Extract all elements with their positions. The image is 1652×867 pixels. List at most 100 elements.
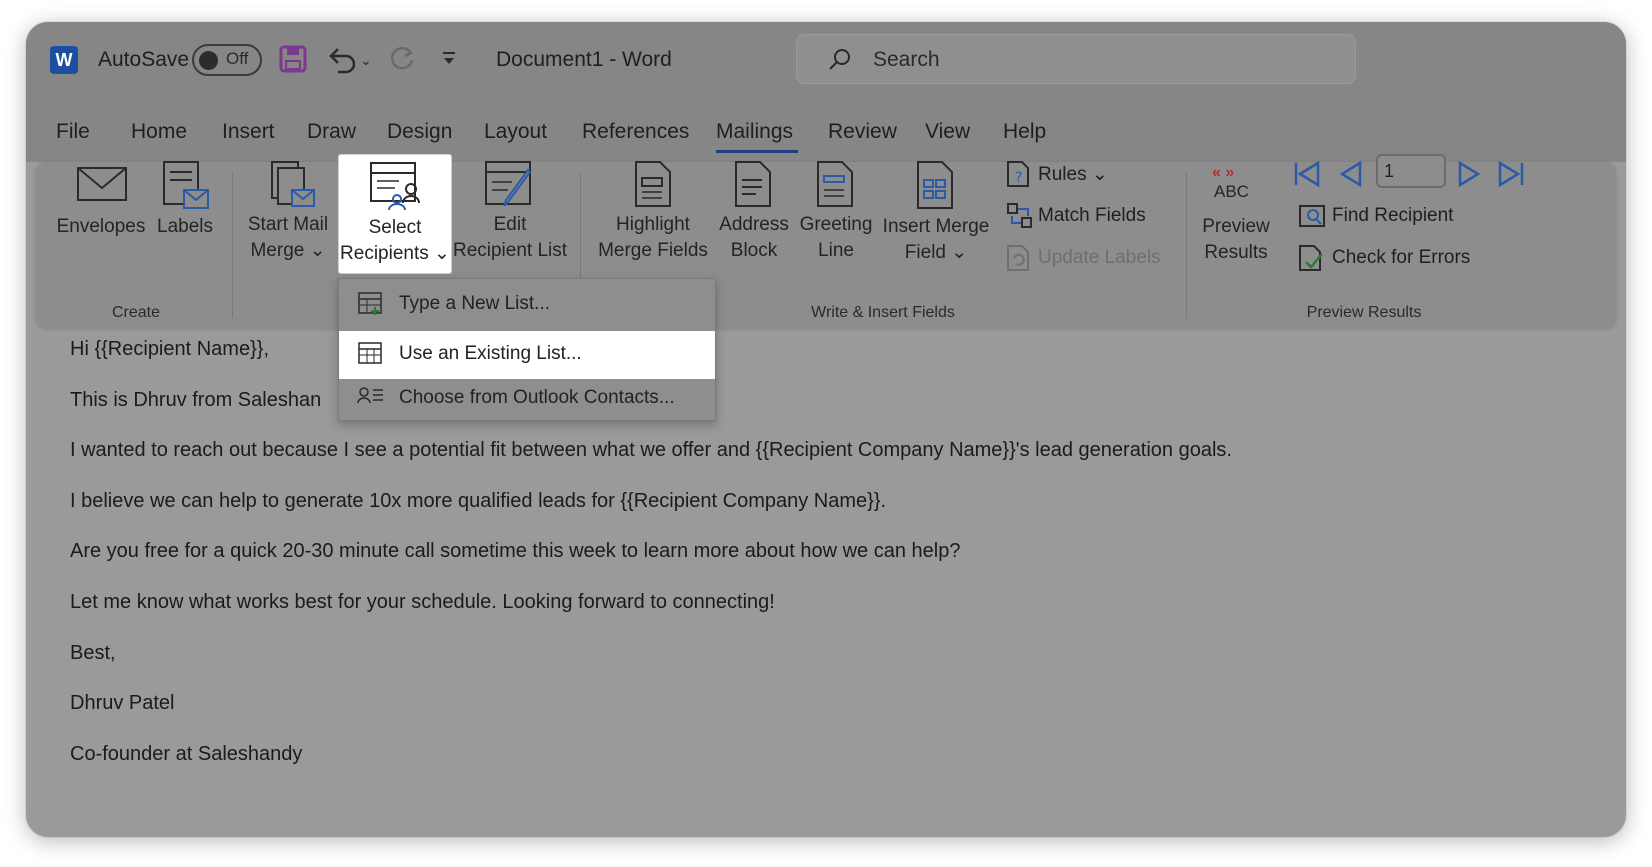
preview-abc-text: ABC <box>1214 182 1249 201</box>
highlight-merge-fields-line2: Merge Fields <box>598 240 708 261</box>
toggle-knob <box>199 51 218 70</box>
labels-icon <box>160 160 212 217</box>
menu-item-choose-outlook-contacts[interactable]: Choose from Outlook Contacts... <box>339 375 715 423</box>
document-line: This is Dhruv from Saleshan <box>70 389 322 411</box>
edit-recipient-list-button[interactable]: Edit Recipient List <box>452 158 568 288</box>
menu-item-use-existing-list[interactable]: Use an Existing List... <box>339 331 715 379</box>
envelope-icon <box>76 164 128 209</box>
document-line: Co-founder at Saleshandy <box>70 743 303 765</box>
check-for-errors-icon <box>1298 244 1326 277</box>
document-line: Let me know what works best for your sch… <box>70 591 775 613</box>
envelopes-button[interactable]: Envelopes <box>56 164 146 264</box>
select-recipients-line1: Select <box>368 217 422 238</box>
greeting-line-icon <box>816 160 856 215</box>
tab-home[interactable]: Home <box>131 120 187 144</box>
svg-text:?: ? <box>1015 170 1022 186</box>
tab-file[interactable]: File <box>56 120 90 144</box>
insert-merge-field-line1: Insert Merge <box>882 216 990 237</box>
tab-references[interactable]: References <box>582 120 689 144</box>
insert-merge-field-button[interactable]: Insert Merge Field ⌄ <box>878 158 994 288</box>
word-logo-icon: W <box>50 46 78 74</box>
update-labels-label: Update Labels <box>1038 247 1161 268</box>
tab-help[interactable]: Help <box>1003 120 1046 144</box>
search-placeholder: Search <box>873 48 940 71</box>
start-mail-merge-button[interactable]: Start Mail Merge ⌄ <box>240 158 336 288</box>
insert-merge-field-icon <box>916 160 956 217</box>
document-line: I wanted to reach out because I see a po… <box>70 439 1232 461</box>
labels-label: Labels <box>157 216 213 237</box>
autosave-state: Off <box>226 49 249 68</box>
tab-draw[interactable]: Draw <box>307 120 356 144</box>
word-window: W AutoSave Off ⌄ Document1 - Word Search… <box>26 22 1626 837</box>
undo-dropdown-chevron-icon[interactable]: ⌄ <box>360 52 372 69</box>
select-recipients-line2: Recipients ⌄ <box>340 243 450 264</box>
group-separator <box>1186 172 1187 318</box>
document-line: Are you free for a quick 20-30 minute ca… <box>70 540 961 562</box>
document-line: Hi {{Recipient Name}}, <box>70 338 270 360</box>
customize-toolbar-icon[interactable] <box>440 50 458 73</box>
labels-button[interactable]: Labels <box>150 160 220 264</box>
search-icon <box>827 47 853 78</box>
greeting-line-button[interactable]: Greeting Line <box>796 158 876 288</box>
autosave-toggle[interactable]: Off <box>192 44 262 76</box>
find-recipient-button[interactable]: Find Recipient <box>1298 200 1498 232</box>
find-recipient-icon <box>1298 202 1326 235</box>
document-title: Document1 - Word <box>496 48 672 71</box>
create-group-label: Create <box>111 304 161 321</box>
preview-results-button[interactable]: « » ABC Preview Results <box>1194 162 1278 286</box>
edit-recipient-list-icon <box>484 160 538 215</box>
select-recipients-icon <box>369 161 423 216</box>
new-list-icon <box>357 291 385 323</box>
tab-insert[interactable]: Insert <box>222 120 275 144</box>
document-line: I believe we can help to generate 10x mo… <box>70 490 887 512</box>
preview-arrows-icon: « » <box>1212 164 1235 181</box>
outlook-contacts-icon <box>357 385 385 415</box>
menu-item-label: Type a New List... <box>399 293 551 314</box>
tab-view[interactable]: View <box>925 120 970 144</box>
edit-recipient-list-line2: Recipient List <box>452 240 568 261</box>
address-block-line2: Block <box>730 240 778 261</box>
document-line: Best, <box>70 642 116 664</box>
select-recipients-menu: Type a New List... Use an Existing List.… <box>338 278 716 421</box>
envelopes-label: Envelopes <box>56 216 146 237</box>
first-record-icon[interactable] <box>1292 160 1322 193</box>
rules-icon: ? <box>1006 160 1032 193</box>
address-block-button[interactable]: Address Block <box>714 158 794 288</box>
check-for-errors-button[interactable]: Check for Errors <box>1298 242 1518 274</box>
document-line: Dhruv Patel <box>70 692 175 714</box>
find-recipient-label: Find Recipient <box>1332 205 1454 226</box>
rules-button[interactable]: ? Rules ⌄ <box>1006 158 1186 190</box>
group-separator <box>232 172 233 318</box>
search-box[interactable]: Search <box>796 34 1356 84</box>
greeting-line-line1: Greeting <box>799 214 873 235</box>
highlight-merge-fields-line1: Highlight <box>616 214 690 235</box>
last-record-icon[interactable] <box>1496 160 1526 193</box>
existing-list-icon <box>357 341 385 373</box>
record-number-input[interactable]: 1 <box>1376 154 1446 188</box>
highlight-merge-fields-button[interactable]: Highlight Merge Fields <box>592 158 714 288</box>
address-block-icon <box>734 160 774 215</box>
tab-design[interactable]: Design <box>387 120 452 144</box>
tab-mailings[interactable]: Mailings <box>716 120 793 144</box>
redo-icon[interactable] <box>388 44 418 79</box>
save-icon[interactable] <box>278 44 308 79</box>
match-fields-button[interactable]: Match Fields <box>1006 200 1186 232</box>
insert-merge-field-line2: Field ⌄ <box>904 242 968 263</box>
match-fields-icon <box>1006 202 1034 235</box>
menu-item-label: Use an Existing List... <box>399 343 582 364</box>
address-block-line1: Address <box>719 214 789 235</box>
next-record-icon[interactable] <box>1456 160 1482 193</box>
tab-layout[interactable]: Layout <box>484 120 547 144</box>
undo-icon[interactable] <box>326 44 358 79</box>
menu-item-type-new-list[interactable]: Type a New List... <box>339 281 715 329</box>
menu-item-label: Choose from Outlook Contacts... <box>399 387 675 408</box>
start-mail-merge-line2: Merge ⌄ <box>250 240 326 261</box>
select-recipients-button[interactable]: Select Recipients ⌄ <box>338 154 452 274</box>
tab-review[interactable]: Review <box>828 120 897 144</box>
check-for-errors-label: Check for Errors <box>1332 247 1471 268</box>
start-mail-merge-line1: Start Mail <box>247 214 329 235</box>
highlight-merge-fields-icon <box>634 160 674 215</box>
write-insert-fields-group-label: Write & Insert Fields <box>811 304 955 321</box>
greeting-line-line2: Line <box>818 240 854 261</box>
previous-record-icon[interactable] <box>1338 160 1364 193</box>
